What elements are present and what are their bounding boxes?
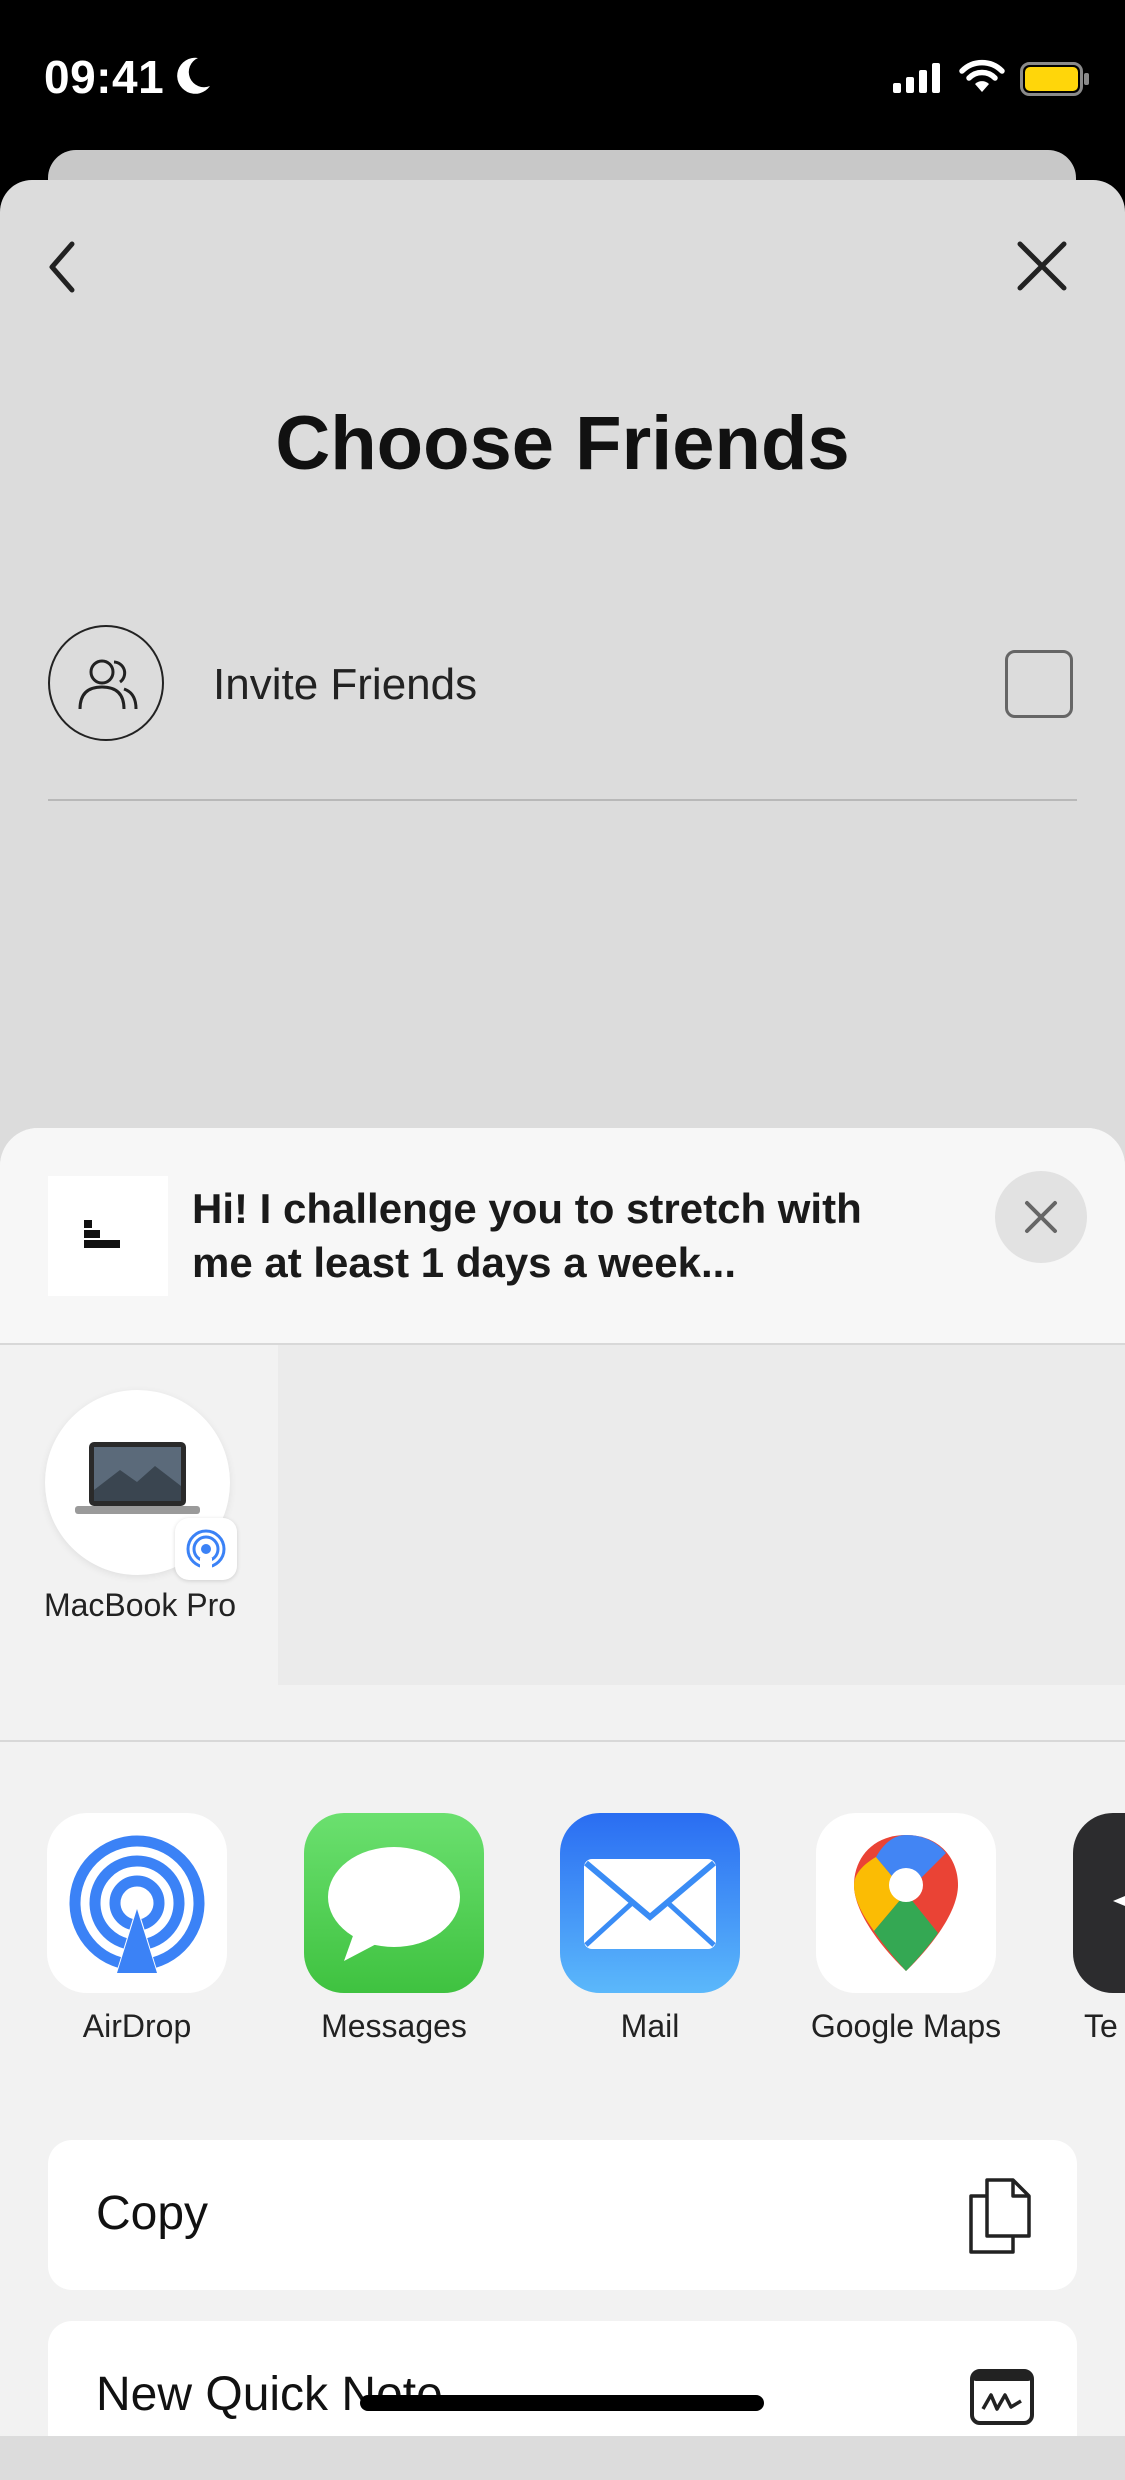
app-mail[interactable]: Mail	[497, 1813, 747, 2053]
invite-avatar	[48, 625, 164, 741]
share-apps-row: AirDrop Messages Mail Google Maps Te	[0, 1813, 1125, 2053]
messages-icon	[304, 1813, 484, 1993]
status-time: 09:41	[44, 51, 165, 103]
mail-icon	[560, 1813, 740, 1993]
app-label: Te	[1084, 2008, 1118, 2044]
back-chevron-icon[interactable]	[38, 232, 90, 302]
app-google-maps[interactable]: Google Maps	[753, 1813, 1003, 2053]
airdrop-icon	[186, 1529, 226, 1570]
telegram-icon	[1073, 1813, 1125, 1993]
invite-friends-row[interactable]: Invite Friends	[48, 625, 1077, 800]
quick-note-icon	[970, 2369, 1034, 2425]
status-bar: 09:41	[0, 0, 1125, 160]
airdrop-empty-area	[278, 1345, 1125, 1685]
share-sheet: Hi! I challenge you to stretch with me a…	[0, 1128, 1125, 2436]
app-messages[interactable]: Messages	[241, 1813, 491, 2053]
cellular-signal-icon	[893, 63, 940, 93]
divider	[48, 799, 1077, 801]
share-thumbnail	[48, 1176, 168, 1296]
home-indicator[interactable]	[360, 2395, 764, 2411]
airdrop-device-macbook[interactable]: MacBook Pro	[44, 1390, 237, 1690]
app-logo-icon	[84, 1220, 120, 1248]
share-message: Hi! I challenge you to stretch with me a…	[192, 1185, 862, 1286]
device-name: MacBook Pro	[43, 1587, 237, 1623]
battery-icon	[1020, 62, 1089, 96]
page-title: Choose Friends	[275, 401, 850, 486]
moon-icon	[177, 57, 210, 94]
people-icon	[78, 659, 138, 710]
invite-friends-label: Invite Friends	[213, 660, 478, 709]
new-quick-note-action[interactable]: New Quick Note	[48, 2321, 1077, 2436]
share-header: Hi! I challenge you to stretch with me a…	[0, 1128, 1125, 1345]
invite-checkbox[interactable]	[1005, 650, 1073, 718]
close-icon	[1025, 1201, 1057, 1233]
share-close-button[interactable]	[995, 1171, 1087, 1263]
google-maps-icon	[816, 1813, 996, 1993]
airdrop-icon	[47, 1813, 227, 1993]
wifi-icon	[959, 59, 1005, 92]
app-telegram[interactable]: Te	[1010, 1813, 1125, 2053]
laptop-icon	[75, 1442, 200, 1514]
close-icon[interactable]	[1012, 236, 1072, 296]
airdrop-badge	[175, 1518, 237, 1580]
app-airdrop[interactable]: AirDrop	[0, 1813, 234, 2053]
action-label: Copy	[96, 2187, 209, 2240]
airdrop-devices: MacBook Pro	[0, 1345, 1125, 1742]
copy-action[interactable]: Copy	[48, 2140, 1077, 2290]
copy-icon	[969, 2178, 1031, 2254]
